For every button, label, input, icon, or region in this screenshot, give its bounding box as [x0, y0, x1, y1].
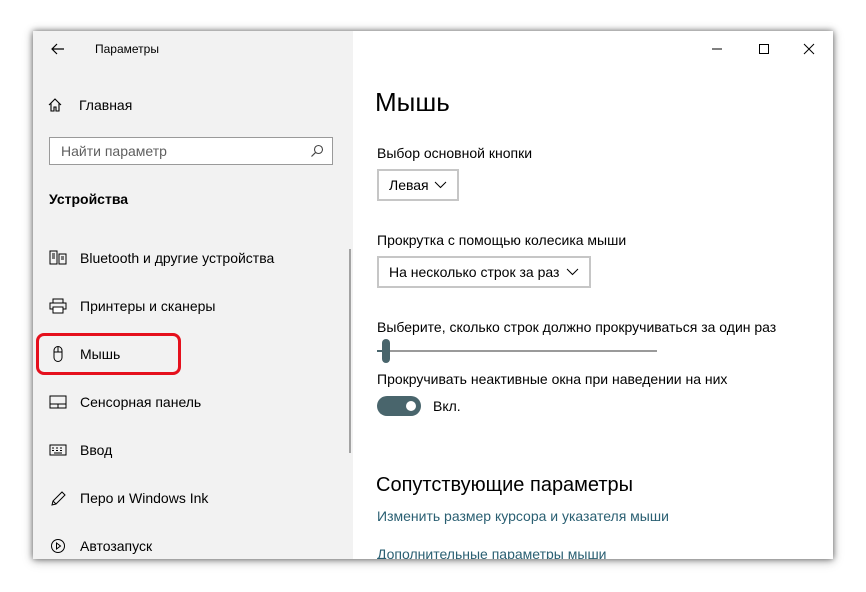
pen-icon	[51, 491, 66, 506]
wheel-scroll-dropdown[interactable]: На несколько строк за раз	[377, 256, 591, 288]
slider-track	[377, 350, 657, 352]
lines-slider-label: Выберите, сколько строк должно прокручив…	[377, 319, 777, 335]
bluetooth-devices-icon	[49, 250, 67, 265]
additional-mouse-options-link[interactable]: Дополнительные параметры мыши	[377, 546, 607, 559]
sidebar-item-typing[interactable]: Ввод	[33, 430, 351, 470]
settings-window: Параметры Главная Устройства Bluetooth и…	[33, 31, 833, 559]
section-title: Устройства	[49, 191, 129, 207]
search-input[interactable]	[50, 138, 311, 164]
sidebar-item-bluetooth[interactable]: Bluetooth и другие устройства	[33, 238, 351, 278]
primary-button-dropdown[interactable]: Левая	[377, 169, 459, 201]
touchpad-icon	[49, 395, 67, 409]
lines-slider[interactable]	[377, 339, 657, 363]
sidebar-item-pen[interactable]: Перо и Windows Ink	[33, 478, 351, 518]
close-icon	[803, 43, 815, 55]
sidebar-item-label: Перо и Windows Ink	[80, 490, 209, 506]
autoplay-icon	[51, 539, 65, 553]
search-icon[interactable]	[310, 144, 324, 158]
inactive-scroll-toggle[interactable]	[377, 396, 421, 416]
sidebar-scrollbar[interactable]	[349, 249, 351, 453]
slider-thumb[interactable]	[382, 339, 390, 363]
sidebar-item-label: Ввод	[80, 442, 113, 458]
home-icon	[48, 98, 62, 112]
home-label: Главная	[79, 97, 133, 113]
related-settings-title: Сопутствующие параметры	[376, 474, 634, 496]
home-link[interactable]: Главная	[47, 93, 132, 117]
keyboard-icon	[49, 444, 67, 456]
mouse-icon	[53, 346, 63, 362]
back-arrow-icon	[51, 43, 64, 55]
maximize-icon	[759, 44, 769, 54]
printer-icon	[49, 298, 67, 314]
sidebar-item-label: Bluetooth и другие устройства	[80, 250, 275, 266]
toggle-state-label: Вкл.	[433, 398, 461, 414]
dropdown-value: На несколько строк за раз	[389, 264, 560, 280]
sidebar-item-label: Мышь	[80, 346, 121, 362]
sidebar-item-touchpad[interactable]: Сенсорная панель	[33, 382, 351, 422]
dropdown-value: Левая	[389, 177, 429, 193]
app-title: Параметры	[95, 42, 159, 56]
chevron-down-icon	[434, 181, 447, 189]
maximize-button[interactable]	[742, 35, 786, 63]
sidebar-item-mouse[interactable]: Мышь	[33, 334, 351, 374]
sidebar-item-autoplay[interactable]: Автозапуск	[33, 526, 351, 559]
sidebar-item-label: Принтеры и сканеры	[80, 298, 216, 314]
minimize-icon	[712, 48, 722, 50]
close-button[interactable]	[787, 35, 831, 63]
back-button[interactable]	[47, 39, 69, 59]
wheel-scroll-label: Прокрутка с помощью колесика мыши	[377, 232, 627, 248]
primary-button-label: Выбор основной кнопки	[377, 145, 533, 161]
page-title: Мышь	[375, 87, 450, 117]
cursor-size-link[interactable]: Изменить размер курсора и указателя мыши	[377, 508, 669, 524]
chevron-down-icon	[566, 268, 579, 276]
sidebar: Параметры Главная Устройства Bluetooth и…	[33, 31, 353, 559]
sidebar-item-label: Сенсорная панель	[80, 394, 202, 410]
sidebar-item-label: Автозапуск	[80, 538, 153, 554]
search-box	[49, 137, 333, 165]
main-content: Мышь Выбор основной кнопки Левая Прокрут…	[353, 31, 833, 559]
toggle-knob	[406, 401, 416, 411]
minimize-button[interactable]	[695, 35, 739, 63]
sidebar-item-printers[interactable]: Принтеры и сканеры	[33, 286, 351, 326]
inactive-scroll-label: Прокручивать неактивные окна при наведен…	[377, 371, 728, 387]
